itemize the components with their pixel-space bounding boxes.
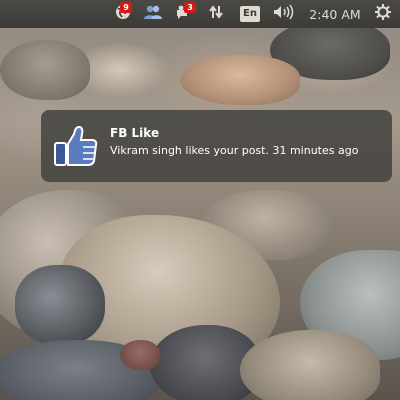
keyboard-layout-label: En [240, 6, 260, 22]
network-indicator[interactable] [206, 0, 226, 28]
notification-title: FB Like [110, 126, 160, 140]
people-icon [143, 4, 163, 24]
keyboard-layout-indicator[interactable]: En [238, 0, 262, 28]
sound-indicator[interactable] [270, 0, 296, 28]
clock-indicator[interactable]: 2:40 AM [305, 0, 365, 28]
social-indicator[interactable] [141, 0, 165, 28]
network-updown-arrows-icon [208, 4, 224, 24]
desktop-wallpaper [0, 0, 400, 400]
gear-power-icon [375, 4, 391, 24]
wallpaper-rock [120, 340, 160, 370]
wallpaper-rock [240, 330, 380, 400]
top-panel: 9 3 En 2:40 AM [0, 0, 400, 28]
clock-time: 2:40 AM [309, 6, 361, 22]
speaker-volume-icon [272, 4, 294, 24]
friend-requests-count-badge: 3 [184, 2, 196, 13]
messaging-count-badge: 9 [120, 2, 132, 13]
notification-bubble[interactable]: FB Like Vikram singh likes your post. 31… [41, 110, 392, 182]
notification-body: Vikram singh likes your post. 31 minutes… [110, 144, 359, 157]
wallpaper-rock [0, 40, 90, 100]
session-indicator[interactable] [372, 0, 394, 28]
facebook-thumbs-up-icon [53, 123, 99, 169]
wallpaper-rock [15, 265, 105, 345]
wallpaper-rock [180, 55, 300, 105]
